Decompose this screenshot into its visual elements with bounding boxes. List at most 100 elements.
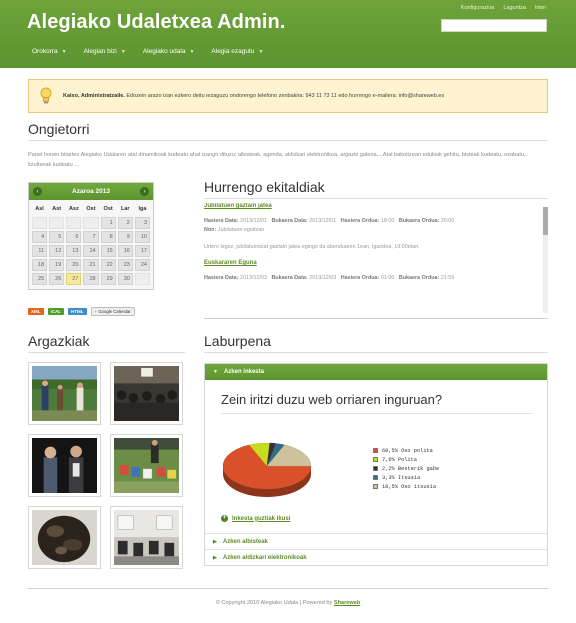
calendar-day[interactable]: 25	[32, 273, 48, 285]
chevron-left-icon[interactable]: ‹	[33, 187, 42, 196]
chevron-down-icon: ▼	[120, 48, 126, 55]
accordion-header-latest-news[interactable]: ▶ Azken albisteak	[205, 533, 547, 549]
weekday-label: Ost	[86, 206, 96, 212]
calendar-day[interactable]: 18	[32, 259, 48, 271]
location: Jubilatuen egoitzan	[217, 227, 265, 233]
calendar-day[interactable]: 20	[66, 259, 82, 271]
calendar-day[interactable]: 28	[83, 273, 99, 285]
photo-thumbnail[interactable]	[110, 434, 183, 497]
photo-thumbnail[interactable]	[110, 362, 183, 425]
calendar-day[interactable]: 11	[32, 245, 48, 257]
calendar: ‹ Azaroa 2013 › Asl Ast Asz Ost Ost Lar Iga 1 2 3…	[28, 182, 154, 290]
calendar-day[interactable]: 9	[117, 231, 133, 243]
toplink-logout[interactable]: Irten	[535, 5, 546, 11]
calendar-day[interactable]: 13	[66, 245, 82, 257]
calendar-day[interactable]: 19	[49, 259, 65, 271]
calendar-day[interactable]: 3	[134, 217, 150, 229]
site-title[interactable]: Alegiako Udaletxea Admin.	[27, 11, 286, 34]
calendar-day[interactable]: 23	[117, 259, 133, 271]
nav-item-alegiako-udala[interactable]: Alegiako udala ▼	[143, 48, 195, 55]
calendar-day[interactable]: 17	[134, 245, 150, 257]
end-time-label: Bukaera Ordua:	[398, 218, 440, 224]
start-date-label: Hasiera Data:	[204, 218, 239, 224]
toplink-help[interactable]: Laguntza	[503, 5, 526, 11]
calendar-day[interactable]: 27	[66, 273, 82, 285]
plus-icon: +	[94, 309, 98, 314]
calendar-day[interactable]: 22	[100, 259, 116, 271]
google-calendar-button[interactable]: + Google Calendar	[90, 307, 135, 316]
calendar-day[interactable]: 21	[83, 259, 99, 271]
scrollbar-thumb[interactable]	[543, 207, 548, 235]
summary-title: Laburpena	[204, 333, 271, 349]
nav-item-alegian-bizi[interactable]: Alegian bizi ▼	[84, 48, 126, 55]
accordion-header-latest-magazines[interactable]: ▶ Azken aldizkari elektronikoak	[205, 549, 547, 565]
chevron-right-icon[interactable]: ›	[139, 187, 149, 196]
event-title[interactable]: Jubilatuen gaztain jatea	[204, 203, 544, 209]
start-time-label: Hasiera Ordua:	[340, 275, 380, 281]
toplink-configuration[interactable]: Konfigurazioa	[461, 5, 495, 11]
calendar-empty-cell	[134, 273, 150, 285]
poll-pie-chart	[222, 442, 312, 497]
nav-item-alegia-ezagutu[interactable]: Alegia ezagutu ▼	[211, 48, 263, 55]
start-time: 01:00	[380, 275, 395, 281]
photo-thumbnail[interactable]	[28, 434, 101, 497]
top-links: Konfigurazioa Laguntza Irten	[461, 5, 546, 11]
calendar-day[interactable]: 24	[134, 259, 150, 271]
notice-box: Kaixo, Administratzaile. Edozein arazo i…	[28, 79, 548, 113]
nav-item-label: Alegiako udala	[142, 48, 186, 55]
triangle-right-icon: ▶	[213, 554, 217, 561]
feed-html-button[interactable]: HTML	[68, 308, 87, 315]
nav-item-orokorra[interactable]: Orokorra ▼	[32, 48, 67, 55]
divider	[28, 352, 185, 353]
calendar-day[interactable]: 10	[134, 231, 150, 243]
chevron-down-icon: ▼	[189, 48, 195, 55]
calendar-day[interactable]: 12	[49, 245, 65, 257]
header: Alegiako Udaletxea Admin. Konfigurazioa …	[0, 0, 576, 68]
calendar-day[interactable]: 2	[117, 217, 133, 229]
calendar-day[interactable]: 30	[117, 273, 133, 285]
nav-item-label: Alegia ezagutu	[211, 48, 255, 55]
calendar-day[interactable]: 29	[100, 273, 116, 285]
photo-children-group	[114, 438, 179, 493]
legend-swatch	[373, 448, 378, 453]
summary-accordion: ▼ Azken inkesta Zein iritzi duzu web orr…	[204, 363, 548, 566]
calendar-day[interactable]: 4	[32, 231, 48, 243]
calendar-day[interactable]: 8	[100, 231, 116, 243]
photo-classroom-chairs	[114, 510, 179, 565]
calendar-day[interactable]: 6	[66, 231, 82, 243]
accordion-header-label: Azken inkesta	[223, 369, 264, 375]
footer-shareweb-link[interactable]: Shareweb	[334, 600, 360, 606]
end-time: 21:59	[440, 275, 455, 281]
feed-xml-button[interactable]: XML	[28, 308, 44, 315]
photo-people-outdoors	[32, 366, 97, 421]
divider	[204, 352, 548, 353]
events-scrollbar[interactable]	[543, 207, 548, 313]
footer-divider	[28, 588, 548, 589]
notice-message: Edozein arazo izan ezkero deitu iezaguzu…	[124, 93, 445, 99]
calendar-day[interactable]: 1	[100, 217, 116, 229]
calendar-empty-cell	[49, 217, 65, 229]
legend-swatch	[373, 475, 378, 480]
chevron-down-icon: ▼	[258, 48, 264, 55]
calendar-day[interactable]: 14	[83, 245, 99, 257]
calendar-day[interactable]: 5	[49, 231, 65, 243]
search-input[interactable]	[441, 19, 547, 32]
legend-item: 7,6% Polita	[373, 455, 439, 464]
calendar-day[interactable]: 15	[100, 245, 116, 257]
weekday-label: Ast	[52, 206, 62, 212]
nav-item-label: Orokorra	[32, 48, 58, 55]
calendar-day[interactable]: 16	[117, 245, 133, 257]
triangle-right-icon: ▶	[213, 538, 217, 545]
event-item: Euskararen Eguna Hasiera Data: 2013/12/0…	[204, 260, 544, 283]
calendar-day[interactable]: 26	[49, 273, 65, 285]
event-title[interactable]: Euskararen Eguna	[204, 260, 544, 266]
accordion-header-latest-poll[interactable]: ▼ Azken inkesta	[205, 364, 547, 380]
photo-thumbnail[interactable]	[110, 506, 183, 569]
notice-greeting: Kaixo, Administratzaile.	[63, 93, 125, 99]
feed-ical-button[interactable]: iCAL	[47, 308, 64, 315]
calendar-day[interactable]: 7	[83, 231, 99, 243]
photo-thumbnail[interactable]	[28, 362, 101, 425]
footer-text: © Copyright 2010 Alegiako Udala | Powere…	[215, 600, 334, 606]
photo-thumbnail[interactable]	[28, 506, 101, 569]
view-all-polls-link[interactable]: + Inkesta guztiak ikusi	[221, 515, 290, 522]
